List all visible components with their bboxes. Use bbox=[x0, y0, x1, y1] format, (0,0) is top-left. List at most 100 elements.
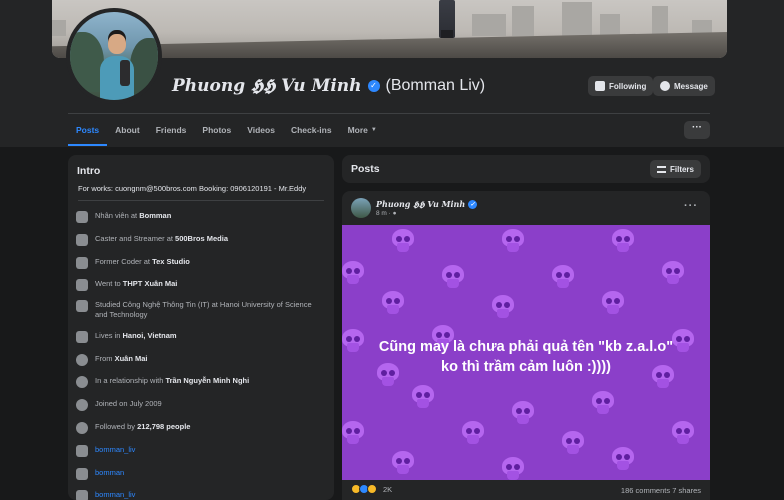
more-options-button[interactable]: ··· bbox=[684, 121, 710, 139]
reaction-count: 2K bbox=[383, 484, 393, 494]
profile-name: Phuong 𝕳𝕳 Vu Minh bbox=[172, 76, 362, 96]
post-author-name[interactable]: Phuong 𝕳𝕳 Vu Minh bbox=[376, 199, 465, 210]
filters-button[interactable]: Filters bbox=[649, 160, 701, 178]
skull-icon bbox=[462, 421, 500, 454]
graduation-cap-icon bbox=[76, 279, 88, 291]
intro-item-lives: Lives in Hanoi, Vietnam bbox=[76, 331, 321, 343]
skull-icon bbox=[612, 447, 650, 480]
message-button[interactable]: Message bbox=[653, 76, 715, 96]
profile-avatar[interactable] bbox=[66, 8, 162, 104]
verified-badge-icon: ✓ bbox=[367, 80, 380, 92]
avatar-head bbox=[108, 34, 126, 54]
filters-icon bbox=[656, 165, 666, 173]
tab-label: Friends bbox=[155, 125, 187, 135]
intro-item-text: Followed by 212,798 people bbox=[95, 422, 190, 432]
heart-icon bbox=[76, 376, 88, 388]
filters-label: Filters bbox=[669, 164, 694, 174]
post-more-button[interactable]: ··· bbox=[684, 200, 698, 212]
intro-item-text: Studied Công Nghệ Thông Tin (IT) at Hano… bbox=[95, 300, 321, 320]
twitter-link[interactable]: bomman_liv bbox=[95, 490, 135, 500]
intro-item-link[interactable]: 212,798 people bbox=[137, 422, 190, 431]
reactions-summary[interactable]: 2K bbox=[351, 484, 392, 494]
intro-item-prefix: From bbox=[95, 354, 115, 363]
cover-building bbox=[512, 6, 534, 36]
intro-item-prefix: Former Coder at bbox=[95, 257, 153, 266]
post-image[interactable]: Cũng may là chưa phải quả tên "kb z.a.l.… bbox=[342, 225, 710, 480]
comments-count[interactable]: 186 comments bbox=[621, 486, 670, 495]
intro-item-link[interactable]: 500Bros Media bbox=[175, 234, 228, 243]
intro-item-prefix: Lives in bbox=[95, 331, 123, 340]
intro-item-link[interactable]: Bomman bbox=[139, 211, 171, 220]
cover-building bbox=[652, 6, 668, 36]
intro-item-text: Lives in Hanoi, Vietnam bbox=[95, 331, 177, 341]
tab-about[interactable]: About bbox=[107, 114, 148, 146]
intro-item-link[interactable]: Hanoi, Vietnam bbox=[123, 331, 177, 340]
chevron-down-icon: ▼ bbox=[370, 127, 377, 133]
intro-item-prefix: Nhân viên at bbox=[95, 211, 140, 220]
cover-building bbox=[600, 14, 620, 36]
briefcase-icon bbox=[76, 257, 88, 269]
graduation-cap-icon bbox=[76, 300, 88, 312]
profile-nickname: (Bomman Liv) bbox=[385, 77, 486, 94]
intro-item-relationship: In a relationship with Trần Nguyễn Minh … bbox=[76, 376, 321, 388]
intro-item-education: Studied Công Nghệ Thông Tin (IT) at Hano… bbox=[76, 300, 321, 320]
skull-icon bbox=[552, 265, 590, 298]
intro-item-text: Went to THPT Xuân Mai bbox=[95, 279, 177, 289]
tab-photos[interactable]: Photos bbox=[194, 114, 239, 146]
post-timestamp[interactable]: 8 m · ● bbox=[376, 210, 397, 217]
cover-building bbox=[472, 14, 506, 36]
intro-item-education: Went to THPT Xuân Mai bbox=[76, 279, 321, 291]
skull-icon bbox=[502, 457, 540, 480]
intro-item-link[interactable]: Tex Studio bbox=[152, 257, 190, 266]
instagram-link[interactable]: bomman_liv bbox=[95, 445, 135, 455]
messenger-icon bbox=[660, 81, 670, 91]
intro-item-prefix: Went to bbox=[95, 279, 123, 288]
cover-building bbox=[562, 2, 592, 36]
briefcase-icon bbox=[76, 211, 88, 223]
intro-divider bbox=[78, 200, 324, 201]
skull-icon bbox=[662, 261, 700, 294]
intro-item-text: Nhân viên at Bomman bbox=[95, 211, 171, 221]
following-check-icon bbox=[595, 81, 605, 91]
skull-icon bbox=[442, 265, 480, 298]
rss-icon bbox=[76, 422, 88, 434]
intro-item-link[interactable]: Trần Nguyễn Minh Nghi bbox=[165, 376, 249, 385]
tab-label: More bbox=[347, 125, 368, 135]
following-button[interactable]: Following bbox=[588, 76, 654, 96]
clock-icon bbox=[76, 399, 88, 411]
post-author-avatar[interactable] bbox=[351, 198, 371, 218]
intro-item-text: Former Coder at Tex Studio bbox=[95, 257, 190, 267]
skull-icon bbox=[412, 385, 450, 418]
tab-friends[interactable]: Friends bbox=[148, 114, 195, 146]
intro-item-instagram: bomman_liv bbox=[76, 445, 321, 457]
globe-icon: ● bbox=[392, 210, 397, 217]
intro-item-from: From Xuân Mai bbox=[76, 354, 321, 366]
tab-check-ins[interactable]: Check-ins bbox=[283, 114, 340, 146]
avatar-rock bbox=[70, 32, 104, 92]
skull-icon bbox=[392, 229, 430, 262]
shares-count[interactable]: 7 shares bbox=[672, 486, 701, 495]
intro-item-link[interactable]: Xuân Mai bbox=[115, 354, 148, 363]
intro-card: Intro For works: cuongnm@500bros.com Boo… bbox=[68, 155, 334, 500]
tab-posts[interactable]: Posts bbox=[68, 114, 108, 146]
intro-item-prefix: Caster and Streamer at bbox=[95, 234, 176, 243]
avatar-bag bbox=[120, 60, 130, 86]
verified-badge-icon: ✓ bbox=[468, 200, 478, 209]
intro-item-twitter: bomman_liv bbox=[76, 490, 321, 500]
intro-item-prefix: Followed by bbox=[95, 422, 138, 431]
intro-item-work: Caster and Streamer at 500Bros Media bbox=[76, 234, 321, 246]
youtube-link[interactable]: bomman bbox=[95, 468, 124, 478]
post-time-text: 8 m · bbox=[376, 210, 391, 217]
tab-label: About bbox=[115, 125, 140, 135]
intro-item-prefix: Studied Công Nghệ Thông Tin (IT) at Hano… bbox=[95, 300, 312, 319]
intro-item-link[interactable]: THPT Xuân Mai bbox=[123, 279, 178, 288]
post-author-row: Phuong 𝕳𝕳 Vu Minh ✓ bbox=[376, 199, 478, 210]
tab-more[interactable]: More ▼ bbox=[340, 114, 385, 146]
intro-item-work: Nhân viên at Bomman bbox=[76, 211, 321, 223]
skull-icon bbox=[392, 451, 430, 480]
skull-icon bbox=[512, 401, 550, 434]
caption-line: ko thì trầm cảm luôn :)))) bbox=[441, 359, 611, 375]
tab-videos[interactable]: Videos bbox=[239, 114, 283, 146]
cover-person-legs bbox=[441, 30, 453, 38]
intro-item-youtube: bomman bbox=[76, 468, 321, 480]
